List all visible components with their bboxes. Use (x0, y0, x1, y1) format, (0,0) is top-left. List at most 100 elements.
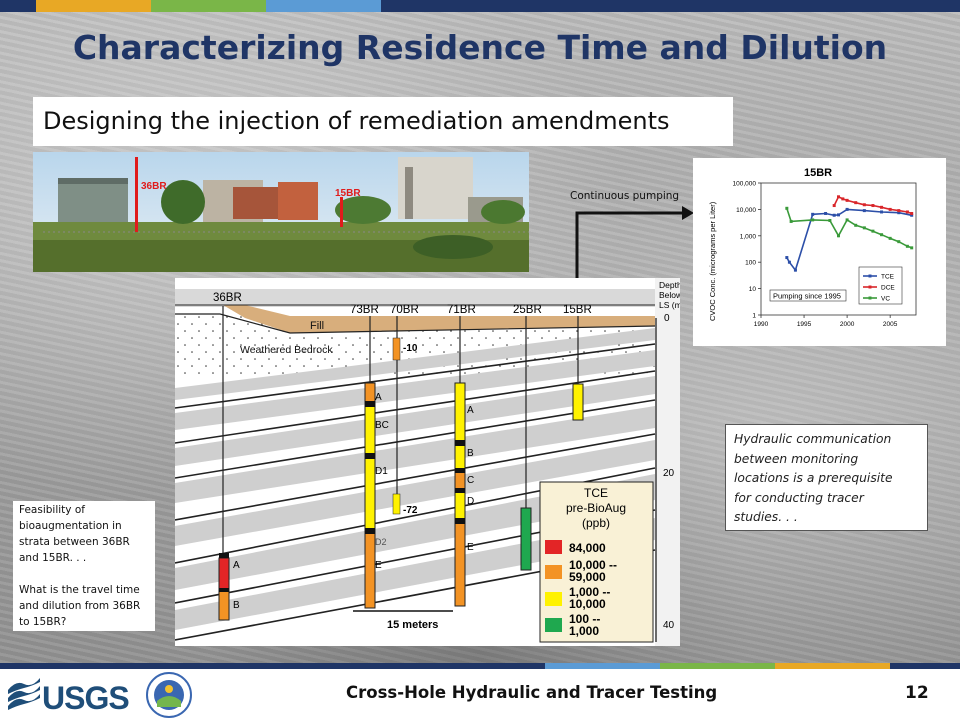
pumping-arrow (575, 206, 694, 278)
series-point-tce (824, 211, 828, 215)
note-line: Hydraulic communication (734, 432, 892, 446)
series-point-vc (811, 218, 815, 222)
interval-label: -72 (403, 505, 418, 516)
note-line: Feasibility of (19, 504, 85, 516)
legend-item-text: 59,000 (569, 570, 606, 584)
interval-label: A (233, 560, 240, 571)
chart-y-tick-label: 100,000 (733, 181, 757, 188)
note-line: for conducting tracer (734, 490, 864, 505)
legend-label-dce: DCE (881, 285, 895, 292)
series-point-dce (841, 197, 845, 201)
packer-marker (455, 440, 465, 446)
hydraulic-communication-note: Hydraulic communication between monitori… (725, 424, 928, 531)
well-73br-interval-e (364, 532, 376, 609)
well-label-73br: 73BR (350, 304, 379, 316)
series-point-tce (837, 213, 840, 217)
well-71br-interval-d (454, 490, 466, 522)
chart-y-tick-label: 10,000 (736, 207, 756, 214)
series-point-dce (897, 209, 901, 213)
series-point-vc (880, 233, 884, 237)
series-point-tce (785, 256, 789, 260)
series-point-dce (888, 207, 892, 211)
packer-marker (455, 488, 465, 493)
interval-label: D1 (375, 466, 388, 477)
well-71br-interval-e (454, 520, 466, 607)
well-71br-interval-b (454, 442, 466, 472)
series-point-vc (845, 218, 849, 222)
legend-title-line: (ppb) (582, 516, 610, 530)
page-number: 12 (905, 683, 929, 703)
well-25br-interval (520, 507, 532, 571)
depth-tick-40: 40 (663, 620, 675, 631)
series-point-dce (880, 205, 884, 209)
legend-marker-tce (868, 274, 872, 278)
packer-marker (365, 401, 375, 407)
well-36br-interval-b (218, 589, 230, 621)
series-point-dce (832, 204, 836, 208)
chart-x-tick-label: 2000 (840, 321, 855, 328)
note-spacer (19, 566, 149, 582)
chart-y-tick-label: 100 (745, 260, 756, 267)
well-70br-shallow-interval (392, 337, 401, 361)
packer-marker (365, 453, 375, 459)
legend-title-line: TCE (584, 486, 608, 500)
chart-y-tick-label: 10 (749, 286, 757, 293)
depth-tick-20: 20 (663, 468, 675, 479)
packer-marker (455, 468, 465, 473)
series-point-vc (854, 223, 858, 227)
legend-marker-dce (868, 285, 872, 289)
depth-header-line: Below (659, 290, 680, 300)
series-point-vc (888, 236, 892, 240)
chart-y-tick-label: 1 (752, 313, 756, 320)
series-point-tce (845, 207, 849, 211)
interval-label: -10 (403, 343, 418, 354)
well-73br-interval-bc (364, 404, 376, 456)
series-point-vc (871, 229, 875, 233)
note-line: and 15BR. . . (19, 552, 87, 564)
well-marker-15br (340, 197, 343, 227)
chart-y-axis-label: CVOC Conc. (micrograms per Liter) (708, 201, 717, 321)
legend-title-line: pre-BioAug (566, 501, 626, 515)
series-point-dce (845, 198, 849, 202)
slide-subtitle: Designing the injection of remediation a… (33, 97, 733, 146)
series-point-vc (789, 219, 793, 223)
note-line: What is the travel time (19, 584, 140, 596)
chart-x-tick-label: 1990 (754, 321, 769, 328)
top-color-bar (0, 0, 960, 12)
series-point-vc (828, 218, 832, 222)
interval-label: E (375, 560, 382, 571)
scale-bar-label: 15 meters (387, 619, 438, 631)
note-line: locations is a prerequisite (734, 471, 893, 485)
weathered-bedrock-label: Weathered Bedrock (240, 344, 333, 356)
series-point-tce (793, 268, 797, 272)
packer-marker (219, 588, 229, 592)
top-bar-segment (381, 0, 960, 12)
series-point-tce (811, 212, 815, 216)
chart-x-tick-label: 2005 (883, 321, 898, 328)
legend-swatch-orange (545, 565, 562, 579)
legend-label-tce: TCE (881, 274, 895, 281)
packer-marker (455, 518, 465, 524)
well-36br-interval-a (218, 557, 230, 591)
chart-y-tick-label: 1,000 (740, 233, 757, 240)
epa-seal (146, 672, 192, 718)
site-photo: 36BR 15BR (33, 152, 529, 272)
series-point-vc (785, 206, 789, 210)
interval-label: BC (375, 420, 389, 431)
well-label-36br: 36BR (213, 292, 242, 304)
cross-section-drawing: Fill Weathered Bedrock 36BR 73BR 70BR 71… (174, 278, 685, 646)
concentration-chart-panel: 15BR CVOC Conc. (micrograms per Liter) 1… (693, 158, 946, 346)
interval-label: E (467, 542, 474, 553)
well-15br-interval (572, 383, 584, 421)
series-point-vc (862, 226, 866, 230)
series-point-dce (837, 195, 840, 199)
series-point-dce (871, 204, 875, 208)
legend-item-text: 1,000 (569, 624, 599, 638)
interval-label: D (467, 496, 474, 507)
usgs-logo: USGS (8, 678, 130, 714)
series-point-dce (862, 203, 866, 207)
well-label-71br: 71BR (447, 304, 476, 316)
depth-header-line: Depth (659, 280, 680, 290)
pumping-annotation: Pumping since 1995 (773, 292, 841, 301)
series-point-dce (905, 210, 909, 214)
